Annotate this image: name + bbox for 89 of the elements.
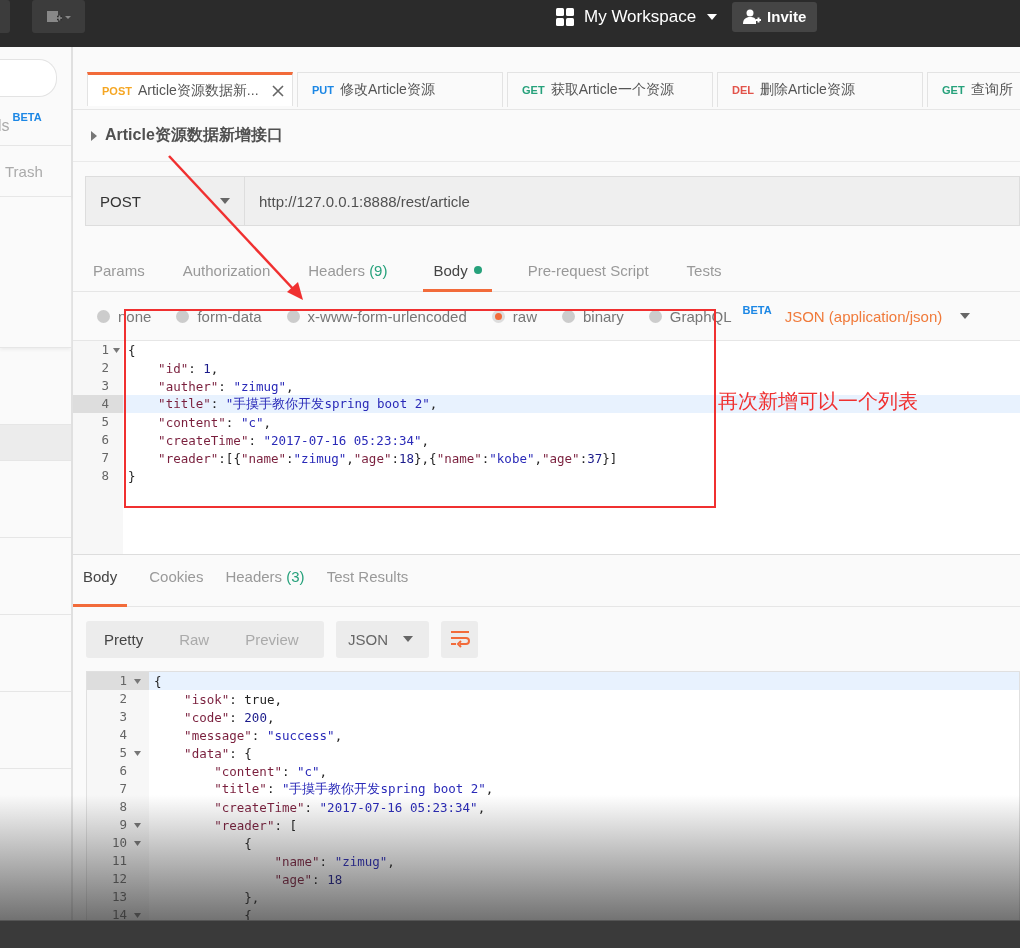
code-line: "isok": true, bbox=[183, 691, 282, 707]
line-number: 3 bbox=[87, 708, 149, 726]
request-section-tab[interactable]: Headers (9) bbox=[306, 251, 390, 292]
line-number: 1 bbox=[73, 341, 123, 359]
code-line: "message": "success", bbox=[183, 727, 343, 743]
response-tab[interactable]: Test Results bbox=[326, 568, 409, 607]
request-section-tab[interactable]: Params bbox=[91, 251, 147, 292]
request-section-tab[interactable]: Pre-request Script bbox=[525, 251, 651, 292]
code-line: "name": "zimug", bbox=[273, 853, 395, 869]
body-type-radio[interactable]: raw bbox=[491, 307, 537, 325]
code-line: "content": "c", bbox=[157, 414, 271, 430]
code-line: "data": { bbox=[183, 745, 252, 761]
code-line: "createTime": "2017-07-16 05:23:34", bbox=[213, 799, 486, 815]
request-tab[interactable]: POST Article资源数据新... bbox=[87, 72, 293, 106]
new-tab-button[interactable] bbox=[32, 0, 85, 33]
caret-icon bbox=[403, 636, 413, 642]
line-number: 3 bbox=[73, 377, 123, 395]
line-number: 11 bbox=[87, 852, 149, 870]
response-tab[interactable]: Body bbox=[73, 568, 128, 607]
line-number: 5 bbox=[73, 413, 123, 431]
line-number: 13 bbox=[87, 888, 149, 906]
beta-label: BETA bbox=[12, 111, 42, 123]
code-line: { bbox=[243, 835, 252, 851]
code-line: "auther": "zimug", bbox=[157, 378, 294, 394]
request-tab[interactable]: GET 查询所 bbox=[927, 72, 1020, 107]
line-number: 9 bbox=[87, 816, 149, 834]
code-line: "age": 18 bbox=[273, 871, 343, 887]
trash-link[interactable]: Trash bbox=[5, 162, 43, 180]
line-number: 4 bbox=[87, 726, 149, 744]
code-line: "content": "c", bbox=[213, 763, 328, 779]
line-number: 8 bbox=[87, 798, 149, 816]
request-tab[interactable]: PUT 修改Article资源 bbox=[297, 72, 503, 107]
fold-icon[interactable] bbox=[113, 348, 120, 353]
view-mode-button[interactable]: Pretty bbox=[86, 620, 162, 658]
request-tab[interactable]: DEL 删除Article资源 bbox=[717, 72, 923, 107]
invite-button[interactable]: Invite bbox=[732, 1, 818, 32]
caret-icon bbox=[960, 313, 971, 319]
code-line: } bbox=[127, 468, 136, 484]
fold-icon[interactable] bbox=[134, 679, 141, 684]
response-tab[interactable]: Headers (3) bbox=[225, 568, 305, 607]
line-number: 5 bbox=[87, 744, 149, 762]
expand-icon[interactable] bbox=[91, 130, 97, 141]
code-line: { bbox=[153, 673, 162, 689]
body-type-radio[interactable]: form-data bbox=[176, 307, 262, 325]
request-section-tab[interactable]: Body bbox=[423, 251, 492, 292]
line-number: 1 bbox=[87, 672, 149, 690]
line-number: 10 bbox=[87, 834, 149, 852]
request-title: Article资源数据新增接口 bbox=[105, 125, 283, 145]
code-line: }, bbox=[243, 889, 260, 905]
fold-icon[interactable] bbox=[134, 913, 141, 918]
wrap-icon bbox=[449, 630, 470, 648]
fold-icon[interactable] bbox=[134, 751, 141, 756]
search-field[interactable] bbox=[0, 59, 57, 97]
code-line: "reader":[{"name":"zimug","age":18},{"name":"kobe","age":37}] bbox=[157, 450, 618, 466]
add-user-icon bbox=[743, 8, 762, 25]
annotation-note: 再次新增可以一个列表 bbox=[718, 388, 918, 415]
new-tab-icon bbox=[45, 8, 72, 25]
beta-label: BETA bbox=[742, 304, 772, 316]
code-line: "reader": [ bbox=[213, 817, 297, 833]
line-number: 12 bbox=[87, 870, 149, 888]
fold-icon[interactable] bbox=[134, 841, 141, 846]
line-number: 7 bbox=[87, 780, 149, 798]
fold-icon[interactable] bbox=[134, 823, 141, 828]
line-number: 7 bbox=[73, 449, 123, 467]
code-line: "id": 1, bbox=[157, 360, 219, 376]
line-number: 4 bbox=[73, 395, 123, 413]
caret-icon bbox=[706, 12, 719, 21]
code-line: "code": 200, bbox=[183, 709, 275, 725]
body-type-radio[interactable]: x-www-form-urlencoded bbox=[286, 307, 467, 325]
line-number: 2 bbox=[87, 690, 149, 708]
request-section-tab[interactable]: Authorization bbox=[180, 251, 273, 292]
code-line: "title": "手摸手教你开发spring boot 2", bbox=[157, 395, 438, 413]
body-type-radio[interactable]: binary bbox=[561, 307, 624, 325]
code-line: { bbox=[127, 342, 136, 358]
workspace-dropdown[interactable]: My Workspace bbox=[556, 6, 719, 27]
close-icon[interactable] bbox=[272, 84, 284, 97]
request-section-tab[interactable]: Tests bbox=[684, 251, 724, 292]
format-dropdown[interactable]: JSON bbox=[336, 620, 429, 658]
line-number: 6 bbox=[87, 762, 149, 780]
request-tab[interactable]: GET 获取Article一个资源 bbox=[507, 72, 713, 107]
line-number: 6 bbox=[73, 431, 123, 449]
content-type-dropdown[interactable]: JSON (application/json) bbox=[784, 307, 971, 325]
grid-icon bbox=[556, 7, 574, 26]
response-tab[interactable]: Cookies bbox=[149, 568, 204, 607]
code-line: "title": "手摸手教你开发spring boot 2", bbox=[213, 780, 494, 798]
wrap-button[interactable] bbox=[441, 620, 478, 658]
line-number: 2 bbox=[73, 359, 123, 377]
code-line: "createTime": "2017-07-16 05:23:34", bbox=[157, 432, 430, 448]
line-number: 8 bbox=[73, 467, 123, 485]
